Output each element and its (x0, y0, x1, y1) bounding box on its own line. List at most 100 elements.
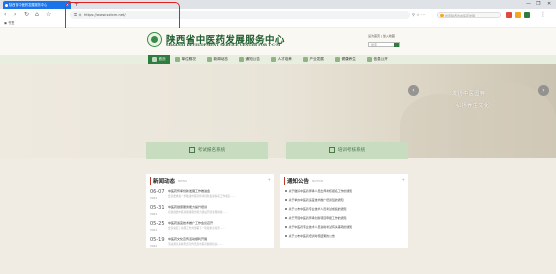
monitor-icon (328, 146, 335, 153)
nav-item-industry[interactable]: 产业发展 (303, 55, 324, 64)
training-system-label: 培训考核系统 (337, 148, 366, 153)
nav-label: 通知公告 (245, 57, 260, 61)
nav-label: 单位概况 (181, 57, 196, 61)
industry-icon (303, 56, 308, 62)
minimize-button[interactable]: — (526, 0, 531, 9)
site-header: 陕西省中医药发展服务中心 SHAANXI DEVELOPMENT SERVICE… (0, 28, 556, 55)
health-icon (335, 56, 340, 62)
close-window-button[interactable]: ✕ (547, 0, 551, 9)
home-icon[interactable]: ⌂ (35, 9, 39, 20)
notice-text[interactable]: 关于举办中医药适宜技术推广培训班的通知 (289, 198, 344, 202)
forward-icon[interactable]: › (14, 9, 16, 20)
site-subtitle: SHAANXI DEVELOPMENT SERVICE CENTER FOR T… (166, 43, 281, 47)
extension-icon-2[interactable] (515, 11, 521, 18)
notice-item[interactable]: 关于中医药专业技术人员资格考试有关事项的通知 (285, 225, 420, 229)
news-summary: 培训围绕中医药健康服务能力建设开展专题讲授…… (168, 211, 228, 214)
nav-item-about[interactable]: 单位概况 (175, 55, 196, 64)
browser-tab-active[interactable]: 陕西省中医药发展服务中心 × (3, 1, 71, 9)
search-engine-icon (440, 13, 444, 17)
training-system-button[interactable]: 培训考核系统 (286, 142, 408, 159)
tab-title: 陕西省中医药发展服务中心 (9, 3, 48, 7)
notice-title-en: NOTICE (312, 179, 324, 183)
banner-next-button[interactable]: › (538, 85, 549, 96)
exam-system-button[interactable]: 考试报名系统 (146, 142, 268, 159)
extension-icon-3[interactable] (524, 11, 530, 18)
site-search-placeholder: 搜索 (371, 43, 378, 47)
news-headline[interactable]: 中医药文化宣传活动顺利开展 (168, 237, 207, 241)
news-more-link[interactable]: + (268, 177, 271, 182)
news-headline[interactable]: 中医药适宜技术推广工作会议召开 (168, 221, 213, 225)
hero-banner: 发扬中医国粹 弘扬养生文化 (0, 64, 556, 158)
edit-icon (188, 146, 195, 153)
maximize-button[interactable]: ❐ (536, 0, 540, 9)
notice-text[interactable]: 关于做好中医药师承人员出师考核报名工作的通知 (289, 189, 353, 193)
news-panel: 新闻动态 NEWS + 06-07 2022 中医药传承创新发展工作推进会 会议… (146, 174, 274, 248)
news-item[interactable]: 05-25 2022 中医药适宜技术推广工作会议召开 会议总结了前期工作并部署下… (150, 220, 274, 236)
news-item[interactable]: 06-07 2022 中医药传承创新发展工作推进会 会议要求进一步推进中医药传承… (150, 188, 274, 204)
bullet-icon (285, 190, 287, 192)
notice-item[interactable]: 关于做好中医药师承人员出师考核报名工作的通知 (285, 189, 420, 193)
nav-item-news[interactable]: 新闻动态 (207, 55, 228, 64)
nav-label: 首页 (158, 57, 166, 61)
bullet-icon (285, 235, 287, 237)
search-chip[interactable]: 搜索陕西省中医药发展 (437, 11, 501, 18)
site-logo[interactable] (147, 32, 162, 47)
bookmark-item[interactable]: 书签 (8, 21, 14, 25)
notice-item[interactable]: 关于公布中医药专业技术人员考试成绩的通知 (285, 207, 420, 211)
site-search-input[interactable]: 搜索 (368, 42, 400, 47)
notice-item[interactable]: 关于公布中医药培训考核结果的公告 (285, 234, 420, 238)
bullet-icon (285, 217, 287, 219)
extension-icon-1[interactable] (506, 11, 512, 18)
reload-icon[interactable]: ↻ (24, 9, 29, 20)
bookmark-star-icon[interactable]: ☆ (46, 9, 51, 20)
news-icon (207, 56, 212, 62)
nav-label: 人才培养 (277, 57, 292, 61)
nav-label: 产业发展 (309, 57, 324, 61)
banner-text-2: 弘扬养生文化 (456, 103, 490, 109)
notice-icon (239, 56, 244, 62)
menu-icon[interactable]: ⋮ (540, 9, 546, 20)
nav-label: 健康养生 (341, 57, 356, 61)
notice-more-link[interactable]: + (402, 177, 405, 182)
news-summary: 活动通过多种形式宣传普及中医药健康知识…… (168, 243, 223, 246)
news-item[interactable]: 05-31 2022 中医药健康服务能力提升培训 培训围绕中医药健康服务能力建设… (150, 204, 274, 220)
banner-text-1: 发扬中医国粹 (452, 91, 486, 97)
news-headline[interactable]: 中医药健康服务能力提升培训 (168, 205, 207, 209)
exam-system-label: 考试报名系统 (197, 148, 226, 153)
notice-text[interactable]: 关于公布中医药培训考核结果的公告 (289, 234, 335, 238)
news-headline[interactable]: 中医药传承创新发展工作推进会 (168, 189, 210, 193)
toolbar-icons[interactable]: ⚲ ☆ ⋯ (412, 9, 425, 20)
nav-item-notice[interactable]: 通知公告 (239, 55, 260, 64)
header-links[interactable]: 设为首页 | 加入收藏 (368, 34, 395, 38)
about-icon (175, 56, 180, 62)
news-day: 05-25 (150, 221, 165, 227)
notice-item[interactable]: 关于举办中医药适宜技术推广培训班的通知 (285, 198, 420, 202)
nav-item-info[interactable]: 信息公开 (367, 55, 388, 64)
nav-item-talent[interactable]: 人才培养 (271, 55, 292, 64)
news-summary: 会议总结了前期工作并部署下一阶段重点任务…… (168, 227, 226, 230)
news-year: 2022 (150, 196, 158, 200)
notice-item[interactable]: 关于开展中医药传承创新项目申报工作的通知 (285, 216, 420, 220)
bookmark-folder-icon[interactable]: ▣ (4, 21, 7, 25)
nav-label: 信息公开 (373, 57, 388, 61)
nav-item-health[interactable]: 健康养生 (335, 55, 356, 64)
web-page: 陕西省中医药发展服务中心 SHAANXI DEVELOPMENT SERVICE… (0, 28, 556, 274)
notice-text[interactable]: 关于开展中医药传承创新项目申报工作的通知 (289, 216, 347, 220)
news-day: 05-19 (150, 237, 165, 243)
site-search-button[interactable] (394, 43, 399, 47)
bullet-icon (285, 226, 287, 228)
back-icon[interactable]: ‹ (4, 9, 6, 20)
news-year: 2022 (150, 228, 158, 232)
news-day: 05-31 (150, 205, 165, 211)
news-summary: 会议要求进一步推进中医药传承创新发展各项工作落实…… (168, 195, 236, 198)
bullet-icon (285, 199, 287, 201)
tab-favicon-icon (4, 3, 8, 7)
notice-title: 通知公告 (284, 177, 309, 185)
banner-prev-button[interactable]: ‹ (408, 85, 419, 96)
talent-icon (271, 56, 276, 62)
notice-text[interactable]: 关于公布中医药专业技术人员考试成绩的通知 (289, 207, 347, 211)
news-item[interactable]: 05-19 2022 中医药文化宣传活动顺利开展 活动通过多种形式宣传普及中医药… (150, 236, 274, 252)
notice-text[interactable]: 关于中医药专业技术人员资格考试有关事项的通知 (289, 225, 353, 229)
nav-item-home[interactable]: 首页 (148, 55, 170, 64)
search-chip-text: 搜索陕西省中医药发展 (445, 13, 476, 18)
